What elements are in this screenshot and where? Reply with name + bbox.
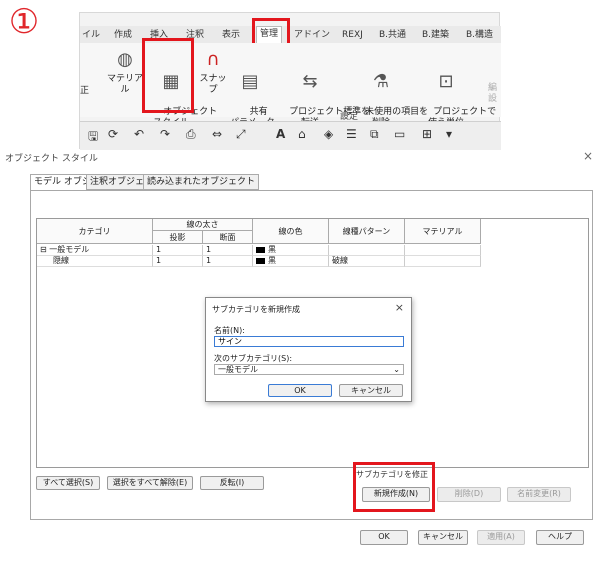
help-button[interactable]: ヘルプ: [536, 530, 584, 545]
subdialog-title: サブカテゴリを新規作成: [212, 305, 300, 314]
tab-b-structure[interactable]: B.構造: [466, 28, 493, 42]
text-icon[interactable]: A: [276, 127, 285, 141]
quick-access-toolbar: 🖫 ⟳ ↶ ↷ ⎙ ⇔ ⤢ A ⌂ ◈ ☰ ⧉ ▭ ⊞ ▾: [80, 121, 501, 150]
collapse-toggle-icon[interactable]: ⊟: [40, 245, 47, 254]
row-color-label: 黒: [268, 245, 276, 254]
object-style-highlight: [142, 38, 194, 113]
select-all-button[interactable]: すべて選択(S): [36, 476, 100, 490]
parent-subcategory-select[interactable]: 一般モデル ⌄: [214, 364, 404, 375]
thin-lines-icon[interactable]: ☰: [346, 127, 357, 141]
subdialog-ok-button[interactable]: OK: [268, 384, 332, 397]
tab-rexj[interactable]: REXJ: [342, 28, 363, 42]
shared-parameters-icon: ▤: [241, 71, 259, 92]
snap-magnet-icon: ∩: [206, 49, 220, 70]
row-line-pattern[interactable]: 破線: [329, 256, 405, 267]
rename-button[interactable]: 名前変更(R): [507, 487, 571, 502]
row-projection[interactable]: 1: [153, 245, 203, 256]
purge-unused-icon: ⚗: [372, 71, 390, 92]
col-material: マテリアル: [405, 219, 481, 244]
col-line-weight: 線の太さ: [153, 219, 253, 231]
customize-icon[interactable]: ▾: [446, 127, 452, 141]
parent-value: 一般モデル: [218, 365, 258, 374]
undo-icon[interactable]: ↶: [134, 127, 144, 141]
table-row[interactable]: 隠線: [37, 256, 153, 267]
transfer-standards-icon: ⇆: [302, 71, 318, 92]
row-line-color[interactable]: 黒: [253, 256, 329, 267]
dialog-title: オブジェクト スタイル: [5, 154, 98, 164]
tab-imported-objects[interactable]: 読み込まれたオブジェクト: [143, 174, 260, 190]
close-hidden-icon[interactable]: ⧉: [370, 127, 379, 142]
parent-label: 次のサブカテゴリ(S):: [214, 354, 293, 363]
tile-icon[interactable]: ⊞: [422, 127, 432, 141]
project-units-icon: ⊡: [438, 71, 454, 92]
switch-windows-icon[interactable]: ▭: [394, 127, 405, 141]
row-material[interactable]: [405, 256, 481, 267]
row-material[interactable]: [405, 245, 481, 256]
tab-create[interactable]: 作成: [114, 28, 132, 42]
row-projection[interactable]: 1: [153, 256, 203, 267]
cancel-button[interactable]: キャンセル: [418, 530, 468, 545]
row-line-color[interactable]: 黒: [253, 245, 329, 256]
measure-icon[interactable]: ⇔: [212, 127, 222, 141]
deselect-all-button[interactable]: 選択をすべて解除(E): [107, 476, 193, 490]
print-icon[interactable]: ⎙: [186, 127, 196, 142]
col-line-color: 線の色: [253, 219, 329, 244]
new-subcategory-dialog: サブカテゴリを新規作成 × 名前(N): 次のサブカテゴリ(S): 一般モデル …: [205, 297, 412, 402]
invert-button[interactable]: 反転(I): [200, 476, 264, 490]
tab-file[interactable]: イル: [82, 28, 100, 42]
row-color-label: 黒: [268, 256, 276, 265]
col-projection: 投影: [153, 231, 203, 244]
col-category: カテゴリ: [37, 219, 153, 244]
chevron-down-icon: ⌄: [393, 365, 400, 374]
tab-b-common[interactable]: B.共通: [379, 28, 406, 42]
section-icon[interactable]: ◈: [324, 127, 333, 141]
3d-view-icon[interactable]: ⌂: [298, 127, 306, 141]
snap-tool-label: スナップ: [199, 74, 227, 95]
col-cut: 断面: [203, 231, 253, 244]
tab-view[interactable]: 表示: [222, 28, 240, 42]
table-row[interactable]: ⊟ 一般モデル: [37, 245, 153, 256]
row-category: 隠線: [53, 256, 69, 265]
ribbon-screenshot: イル 作成 挿入 注釈 表示 管理 アドイン REXJ B.共通 B.建築 B.…: [79, 12, 501, 150]
row-cut[interactable]: 1: [203, 245, 253, 256]
left-cut-label: 正: [80, 86, 90, 96]
subdialog-cancel-button[interactable]: キャンセル: [339, 384, 403, 397]
subdialog-close-icon[interactable]: ×: [395, 301, 404, 314]
tab-b-architecture[interactable]: B.建築: [422, 28, 449, 42]
row-cut[interactable]: 1: [203, 256, 253, 267]
name-label: 名前(N):: [214, 326, 245, 335]
right-cut-label: 編 設: [488, 83, 498, 104]
save-icon[interactable]: 🖫: [88, 127, 98, 148]
col-line-pattern: 線種パターン: [329, 219, 405, 244]
color-swatch: [256, 246, 265, 253]
material-tool-label: マテリアル: [106, 74, 143, 95]
ok-button[interactable]: OK: [360, 530, 408, 545]
row-category: 一般モデル: [49, 245, 90, 254]
material-tool[interactable]: ◍ マテリアル: [106, 49, 144, 96]
step-number: ①: [8, 2, 40, 42]
subcategory-name-input[interactable]: [214, 336, 404, 347]
apply-button[interactable]: 適用(A): [477, 530, 525, 545]
sync-icon[interactable]: ⟳: [108, 127, 118, 141]
delete-button[interactable]: 削除(D): [437, 487, 501, 502]
dimension-icon[interactable]: ⤢: [236, 127, 246, 142]
dialog-close-icon[interactable]: ×: [583, 149, 593, 163]
color-swatch: [256, 257, 265, 264]
redo-icon[interactable]: ↷: [160, 127, 170, 141]
material-icon: ◍: [117, 49, 133, 70]
new-button-highlight: [353, 462, 435, 512]
tab-addins[interactable]: アドイン: [294, 28, 330, 42]
row-line-pattern[interactable]: [329, 245, 405, 256]
snap-tool[interactable]: ∩ スナップ: [198, 49, 228, 96]
